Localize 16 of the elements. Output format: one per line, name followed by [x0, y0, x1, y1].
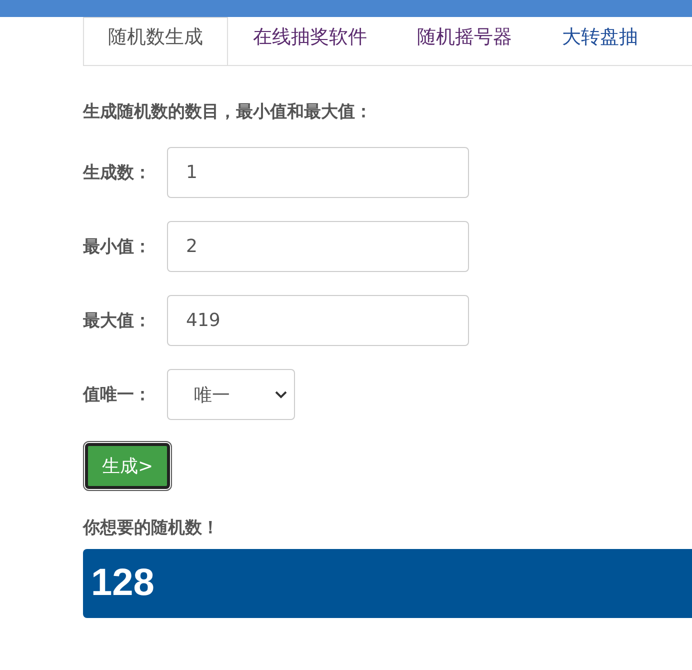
input-field[interactable]: 2: [167, 221, 469, 272]
result-label: 你想要的随机数！: [83, 517, 220, 539]
input-field[interactable]: 419: [167, 295, 469, 346]
result-value: 128: [91, 562, 154, 605]
select-field[interactable]: 唯一: [167, 369, 295, 420]
field-label: 最小值：: [83, 236, 152, 258]
field-label: 值唯一：: [83, 384, 152, 406]
section-heading: 生成随机数的数目，最小值和最大值：: [83, 101, 373, 123]
tab[interactable]: 随机摇号器: [392, 17, 537, 65]
input-field[interactable]: 1: [167, 147, 469, 198]
tab[interactable]: 大转盘抽: [537, 17, 663, 65]
field-label: 最大值：: [83, 310, 152, 332]
tab[interactable]: 随机数生成: [83, 17, 228, 65]
field-label: 生成数：: [83, 162, 152, 184]
tab[interactable]: 在线抽奖软件: [228, 17, 392, 65]
chevron-down-icon: [274, 390, 288, 400]
